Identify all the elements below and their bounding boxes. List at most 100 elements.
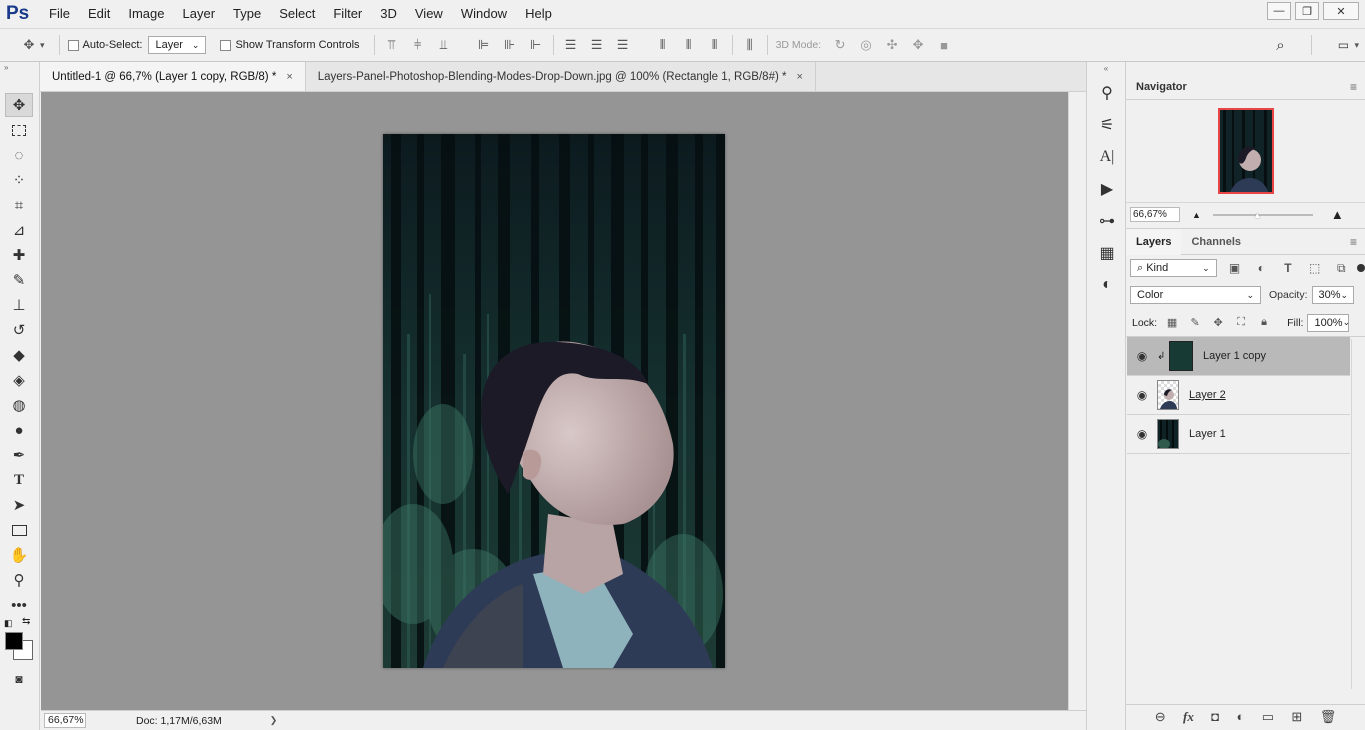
distribute-vcenter-icon[interactable]: ☰: [588, 36, 606, 54]
tab-layers-panel-jpg[interactable]: Layers-Panel-Photoshop-Blending-Modes-Dr…: [306, 62, 816, 91]
zoom-out-icon[interactable]: ▲: [1192, 210, 1201, 220]
layer-name[interactable]: Layer 1: [1189, 428, 1226, 440]
menu-help[interactable]: Help: [516, 0, 561, 28]
menu-filter[interactable]: Filter: [324, 0, 371, 28]
new-adjustment-layer-icon[interactable]: ◐: [1236, 709, 1244, 724]
fill-field[interactable]: 100% ⌄: [1307, 313, 1350, 332]
blur-tool[interactable]: ◍: [5, 393, 33, 417]
menu-view[interactable]: View: [406, 0, 452, 28]
navigator-preview[interactable]: [1218, 108, 1274, 194]
layer-name[interactable]: Layer 1 copy: [1203, 350, 1266, 362]
status-menu-icon[interactable]: ❯: [270, 715, 278, 726]
healing-brush-tool[interactable]: ✚: [5, 243, 33, 267]
pen-tool[interactable]: ✒: [5, 443, 33, 467]
lock-transparent-icon[interactable]: ▦: [1163, 314, 1181, 332]
checkbox[interactable]: [67, 39, 79, 51]
grid-icon[interactable]: ▦: [1092, 240, 1122, 266]
paint-bucket-tool[interactable]: ◈: [5, 368, 33, 392]
foreground-color-swatch[interactable]: [5, 632, 23, 650]
lock-image-icon[interactable]: ✎: [1186, 314, 1204, 332]
menu-select[interactable]: Select: [270, 0, 324, 28]
quick-mask-tool[interactable]: ◙: [5, 667, 33, 691]
hand-tool[interactable]: ✋: [5, 543, 33, 567]
minimize-button[interactable]: —: [1267, 2, 1291, 20]
align-bottom-icon[interactable]: ⫫: [435, 36, 453, 54]
close-button[interactable]: ✕: [1323, 2, 1359, 20]
search-icon[interactable]: ⌕: [1271, 36, 1289, 54]
lock-all-icon[interactable]: 🔒︎: [1255, 314, 1273, 332]
3d-rotate-icon[interactable]: ↻: [831, 36, 849, 54]
clone-stamp-tool[interactable]: ⊥: [5, 293, 33, 317]
swap-colors-icon[interactable]: ⇆: [22, 616, 30, 627]
adjustments-icon[interactable]: ⚟: [1092, 112, 1122, 138]
layers-scrollbar[interactable]: [1351, 339, 1365, 689]
layer-name[interactable]: Layer 2: [1189, 389, 1226, 401]
menu-edit[interactable]: Edit: [79, 0, 119, 28]
3d-roll-icon[interactable]: ◎: [857, 36, 875, 54]
lock-artboard-icon[interactable]: ⛶: [1232, 314, 1250, 332]
move-tool-preset[interactable]: ✥ ▾: [20, 36, 45, 54]
auto-select-checkbox[interactable]: Auto-Select:: [67, 39, 142, 51]
link-layers-icon[interactable]: ⊖: [1155, 709, 1166, 725]
eye-icon[interactable]: ◉: [1127, 349, 1157, 363]
default-colors-icon[interactable]: ◧: [4, 618, 13, 629]
zoom-slider[interactable]: ▲: [1212, 210, 1313, 220]
new-group-icon[interactable]: ▭: [1262, 709, 1274, 725]
zoom-in-icon[interactable]: ▲: [1331, 207, 1344, 222]
tab-untitled-1[interactable]: Untitled-1 @ 66,7% (Layer 1 copy, RGB/8)…: [40, 62, 306, 91]
distribute-top-icon[interactable]: ☰: [562, 36, 580, 54]
eyedropper-tool[interactable]: ⊿: [5, 218, 33, 242]
properties-icon[interactable]: ◐: [1092, 272, 1122, 298]
zoom-field[interactable]: 66,67%: [44, 713, 86, 728]
distribute-bottom-icon[interactable]: ☰: [614, 36, 632, 54]
brush-tool[interactable]: ✎: [5, 268, 33, 292]
align-vcenter-icon[interactable]: ⫩: [409, 36, 427, 54]
panel-menu-icon[interactable]: ≡: [1350, 80, 1357, 94]
filter-smart-object-icon[interactable]: ⧉: [1332, 259, 1350, 277]
menu-layer[interactable]: Layer: [174, 0, 225, 28]
layer-row-layer-1[interactable]: ◉ Layer 1: [1127, 415, 1350, 454]
menu-window[interactable]: Window: [452, 0, 516, 28]
add-mask-icon[interactable]: ◘: [1211, 709, 1219, 724]
align-right-icon[interactable]: ⊩: [527, 36, 545, 54]
slider-handle[interactable]: ▲: [1253, 210, 1262, 220]
history-brush-tool[interactable]: ↺: [5, 318, 33, 342]
marquee-tool[interactable]: [5, 118, 33, 142]
lock-position-icon[interactable]: ✥: [1209, 314, 1227, 332]
navigator-title[interactable]: Navigator: [1136, 81, 1187, 93]
navigator-zoom-field[interactable]: 66,67%: [1130, 207, 1180, 222]
menu-image[interactable]: Image: [119, 0, 173, 28]
tab-channels[interactable]: Channels: [1181, 229, 1251, 255]
filter-pixel-icon[interactable]: ▣: [1226, 259, 1244, 277]
collapse-icon[interactable]: «: [1087, 64, 1125, 74]
3d-slide-icon[interactable]: ✥: [909, 36, 927, 54]
character-icon[interactable]: A|: [1092, 144, 1122, 170]
workspace-icon[interactable]: ▭: [1334, 36, 1352, 54]
paths-icon[interactable]: ⊶: [1092, 208, 1122, 234]
close-icon[interactable]: ×: [286, 71, 292, 83]
show-transform-checkbox[interactable]: Show Transform Controls: [220, 39, 360, 51]
type-tool[interactable]: T: [5, 468, 33, 492]
auto-align-icon[interactable]: ⫼: [741, 36, 759, 54]
blend-mode-dropdown[interactable]: Color ⌄: [1130, 286, 1261, 304]
filter-kind-dropdown[interactable]: ⌕ Kind ⌄: [1130, 259, 1217, 277]
document-image[interactable]: [383, 134, 725, 668]
more-tools[interactable]: •••: [5, 593, 33, 617]
restore-button[interactable]: ❐: [1295, 2, 1319, 20]
auto-select-dropdown[interactable]: Layer ⌄: [148, 36, 207, 54]
opacity-field[interactable]: 30% ⌄: [1311, 286, 1354, 304]
crop-tool[interactable]: ⌗: [5, 193, 33, 217]
fx-icon[interactable]: fx: [1183, 709, 1194, 725]
tab-layers[interactable]: Layers: [1126, 228, 1182, 255]
filter-adjustment-icon[interactable]: ◐: [1252, 259, 1270, 277]
3d-scale-icon[interactable]: ■: [935, 36, 953, 54]
layer-row-layer-1-copy[interactable]: ◉ ↲ Layer 1 copy: [1127, 337, 1350, 376]
vertical-scrollbar[interactable]: [1068, 92, 1086, 710]
brush-presets-icon[interactable]: ⚲: [1092, 80, 1122, 106]
collapse-icon[interactable]: »: [0, 64, 39, 72]
path-selection-tool[interactable]: ➤: [5, 493, 33, 517]
quick-selection-tool[interactable]: ⁘: [5, 168, 33, 192]
align-hcenter-icon[interactable]: ⊪: [501, 36, 519, 54]
3d-pan-icon[interactable]: ✣: [883, 36, 901, 54]
panel-menu-icon[interactable]: ≡: [1350, 235, 1357, 249]
